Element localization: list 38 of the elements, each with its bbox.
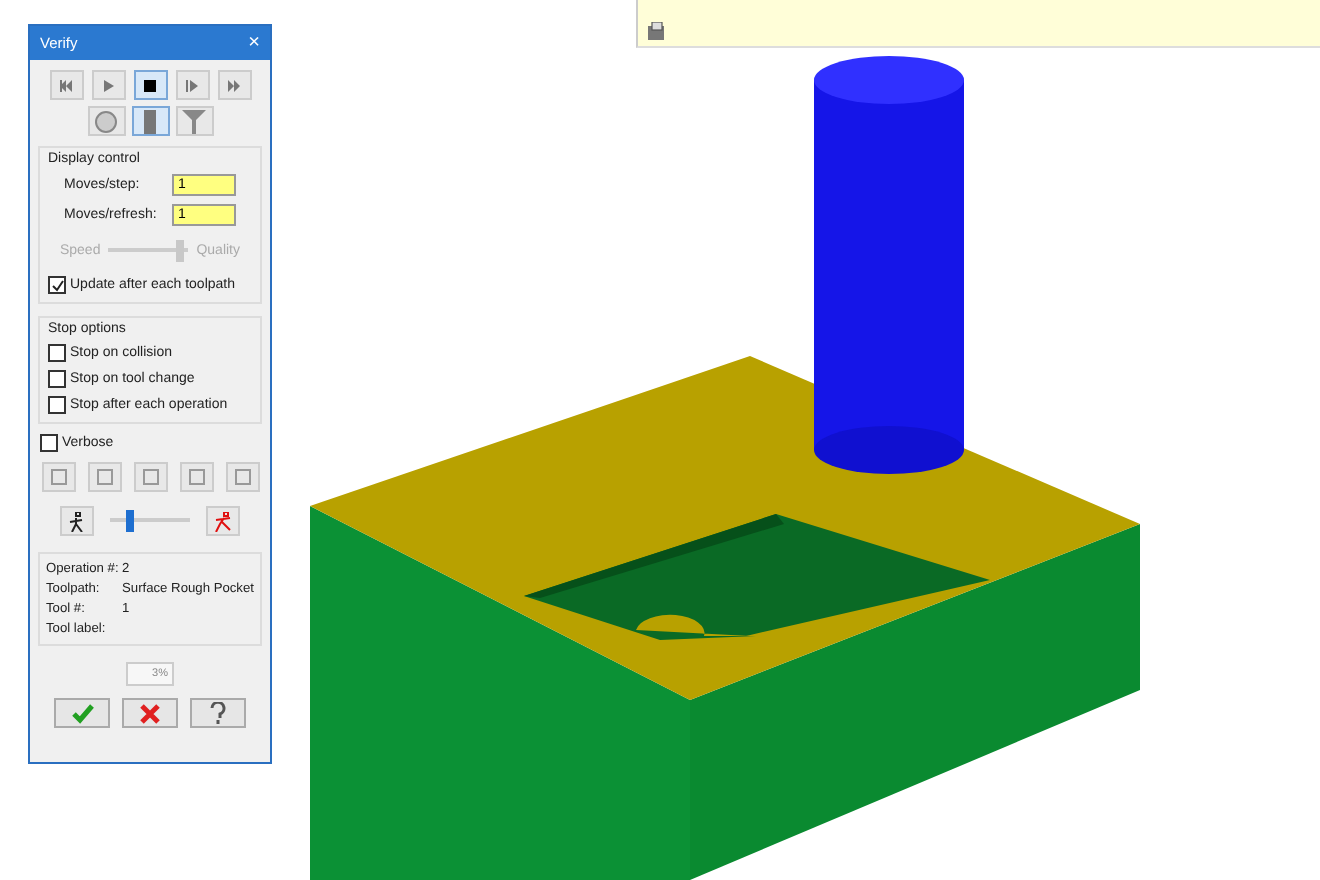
- play-icon: [100, 77, 116, 93]
- tool-button[interactable]: [87, 462, 121, 492]
- help-icon: [208, 702, 228, 724]
- step-button[interactable]: [175, 70, 209, 100]
- stock-button[interactable]: [131, 106, 169, 136]
- stop-button[interactable]: [133, 70, 167, 100]
- checkmark-icon: [71, 703, 93, 723]
- tool-button[interactable]: [179, 462, 213, 492]
- tool-button[interactable]: [225, 462, 259, 492]
- circle-icon: [94, 109, 118, 133]
- walking-figure-icon: [68, 511, 86, 531]
- running-figure-icon: [214, 511, 232, 531]
- stop-icon: [142, 77, 158, 93]
- checkbox[interactable]: [40, 434, 58, 452]
- checkbox[interactable]: [48, 276, 66, 294]
- rewind-button[interactable]: [49, 70, 83, 100]
- checkbox[interactable]: [48, 344, 66, 362]
- fast-forward-icon: [226, 77, 242, 93]
- skip-back-icon: [58, 77, 74, 93]
- ok-button[interactable]: [54, 698, 110, 728]
- cancel-button[interactable]: [122, 698, 178, 728]
- fast-button[interactable]: [206, 506, 240, 536]
- help-button[interactable]: [190, 698, 246, 728]
- tool-button[interactable]: [41, 462, 75, 492]
- slider-thumb[interactable]: [126, 510, 134, 532]
- checkbox[interactable]: [48, 396, 66, 414]
- close-button[interactable]: ×: [248, 32, 260, 54]
- fast-forward-button[interactable]: [217, 70, 251, 100]
- bar-icon: [144, 109, 156, 133]
- play-button[interactable]: [91, 70, 125, 100]
- slow-button[interactable]: [60, 506, 94, 536]
- close-icon: [140, 703, 160, 723]
- checkbox[interactable]: [48, 370, 66, 388]
- step-icon: [184, 77, 200, 93]
- checkmark-icon: [51, 279, 63, 291]
- printer-icon[interactable]: [646, 22, 666, 42]
- tool-button[interactable]: [133, 462, 167, 492]
- funnel-icon: [182, 109, 206, 133]
